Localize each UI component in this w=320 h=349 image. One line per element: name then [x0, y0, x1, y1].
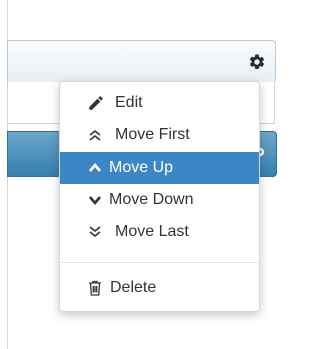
- double-chevron-up-icon: [85, 127, 105, 143]
- gear-icon[interactable]: [248, 53, 266, 71]
- menu-item-delete[interactable]: Delete: [60, 272, 259, 304]
- menu-item-label: Edit: [115, 94, 143, 111]
- menu-item-move-up[interactable]: Move Up: [60, 152, 259, 184]
- menu-item-label: Move Down: [109, 191, 194, 208]
- menu-item-edit[interactable]: Edit: [60, 87, 259, 119]
- menu-item-move-last[interactable]: Move Last: [60, 216, 259, 248]
- menu-item-label: Move Last: [115, 223, 189, 240]
- menu-item-label: Move Up: [109, 159, 174, 176]
- chevron-down-icon: [85, 192, 105, 208]
- menu-divider: [60, 262, 259, 263]
- chevron-up-icon: [85, 160, 105, 176]
- panel-header: [7, 40, 276, 84]
- trash-icon: [85, 280, 105, 296]
- menu-item-move-down[interactable]: Move Down: [60, 184, 259, 216]
- menu-item-label: Delete: [110, 279, 157, 296]
- context-menu: Edit Move First Move Up Move Down Move L…: [59, 81, 260, 312]
- menu-item-move-first[interactable]: Move First: [60, 119, 259, 151]
- pencil-icon: [86, 95, 106, 111]
- double-chevron-down-icon: [85, 224, 105, 240]
- menu-item-label: Move First: [115, 126, 190, 143]
